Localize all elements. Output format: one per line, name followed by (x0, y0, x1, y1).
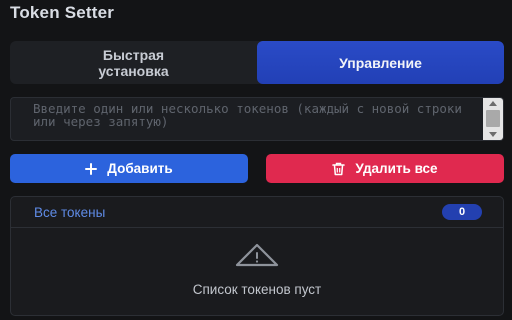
scroll-down-icon[interactable] (489, 132, 497, 137)
add-button[interactable]: Добавить (10, 154, 248, 183)
warning-triangle-icon (234, 243, 280, 272)
delete-all-button-label: Удалить все (355, 161, 438, 176)
token-input-scrollbar[interactable] (483, 98, 503, 140)
token-list-header: Все токены 0 (11, 197, 503, 228)
add-button-label: Добавить (107, 161, 173, 176)
app-title: Token Setter (10, 3, 115, 22)
token-list-panel: Все токены 0 Список токенов пуст (10, 196, 504, 316)
plus-icon (85, 162, 98, 175)
token-count-badge: 0 (442, 204, 482, 220)
trash-icon (332, 162, 346, 176)
token-input-wrapper (10, 97, 504, 141)
scroll-up-icon[interactable] (489, 101, 497, 106)
empty-state-text: Список токенов пуст (192, 282, 322, 297)
tab-quick-setup-label: Быстрая установка (98, 46, 169, 79)
token-input[interactable] (11, 98, 485, 140)
delete-all-button[interactable]: Удалить все (266, 154, 504, 183)
mode-tabs: Быстрая установка Управление (10, 41, 504, 84)
tab-management-label: Управление (339, 54, 422, 71)
scrollbar-thumb[interactable] (486, 110, 500, 127)
tab-management[interactable]: Управление (257, 41, 504, 84)
token-list-title: Все токены (34, 204, 106, 220)
empty-state: Список токенов пуст (11, 243, 503, 297)
tab-quick-setup[interactable]: Быстрая установка (10, 41, 257, 84)
